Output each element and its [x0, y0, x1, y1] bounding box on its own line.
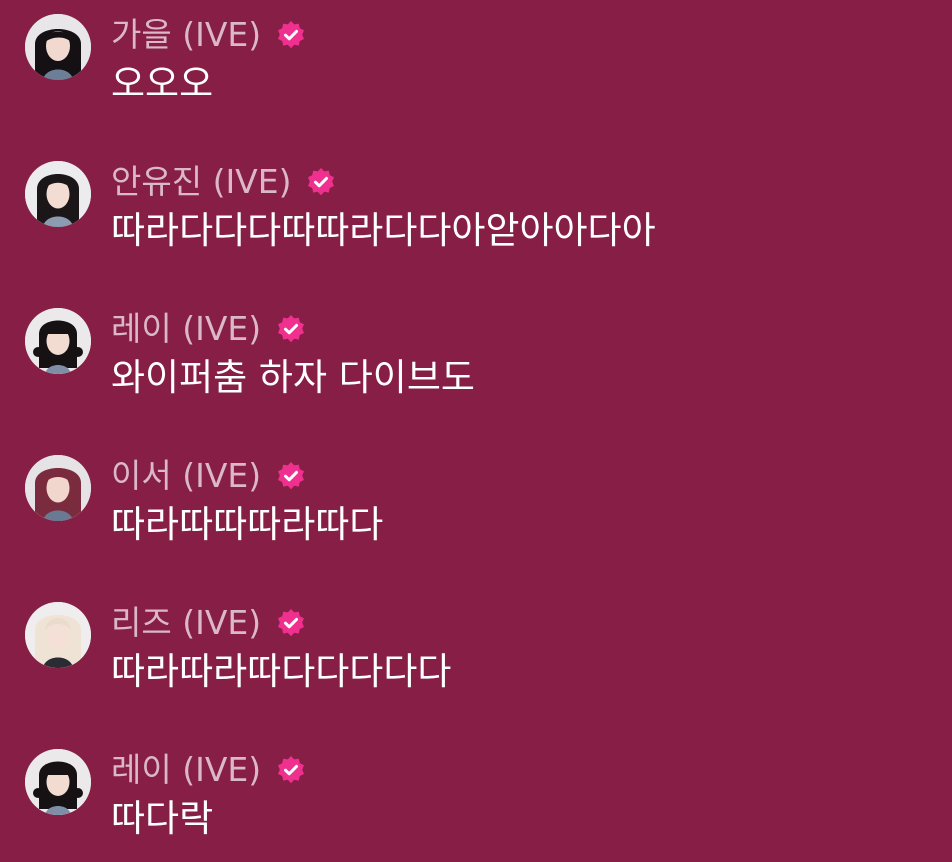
verified-badge-icon: [275, 460, 307, 492]
message-text: 따라다다다따따라다다아앋아아다아: [111, 209, 656, 252]
sender-avatar[interactable]: [25, 455, 91, 521]
message-text: 따다락: [111, 797, 214, 840]
sender-name[interactable]: 레이 (IVE): [111, 748, 261, 792]
chat-message: 레이 (IVE) 와이퍼춤 하자 다이브도: [0, 294, 952, 404]
verified-badge-icon: [275, 754, 307, 786]
message-text: 따라따따따라따다: [111, 503, 384, 546]
message-text: 오오오: [111, 62, 214, 105]
verified-badge-icon: [305, 166, 337, 198]
sender-avatar[interactable]: [25, 14, 91, 80]
chat-message: 가을 (IVE) 오오오: [0, 0, 952, 110]
verified-badge-icon: [275, 607, 307, 639]
sender-name-row: 리즈 (IVE): [111, 601, 307, 645]
sender-name-row: 레이 (IVE): [111, 748, 307, 792]
chat-message: 리즈 (IVE) 따라따라따다다다다다: [0, 588, 952, 698]
verified-badge-icon: [275, 19, 307, 51]
chat-message: 안유진 (IVE) 따라다다다따따라다다아앋아아다아: [0, 147, 952, 257]
sender-avatar[interactable]: [25, 161, 91, 227]
sender-name-row: 가을 (IVE): [111, 13, 307, 57]
verified-badge-icon: [275, 313, 307, 345]
sender-avatar[interactable]: [25, 749, 91, 815]
message-text: 따라따라따다다다다다: [111, 650, 452, 693]
chat-message-list: 가을 (IVE) 오오오 안유진 (IVE) 따라다다다따따라다다아앋아아다아 …: [0, 0, 952, 862]
sender-name[interactable]: 이서 (IVE): [111, 454, 261, 498]
sender-name[interactable]: 안유진 (IVE): [111, 160, 291, 204]
sender-avatar[interactable]: [25, 308, 91, 374]
chat-message: 이서 (IVE) 따라따따따라따다: [0, 441, 952, 551]
sender-name[interactable]: 리즈 (IVE): [111, 601, 261, 645]
sender-name-row: 레이 (IVE): [111, 307, 307, 351]
sender-name[interactable]: 레이 (IVE): [111, 307, 261, 351]
sender-avatar[interactable]: [25, 602, 91, 668]
message-text: 와이퍼춤 하자 다이브도: [111, 356, 475, 399]
sender-name-row: 이서 (IVE): [111, 454, 307, 498]
sender-name-row: 안유진 (IVE): [111, 160, 337, 204]
chat-message: 레이 (IVE) 따다락: [0, 735, 952, 845]
sender-name[interactable]: 가을 (IVE): [111, 13, 261, 57]
